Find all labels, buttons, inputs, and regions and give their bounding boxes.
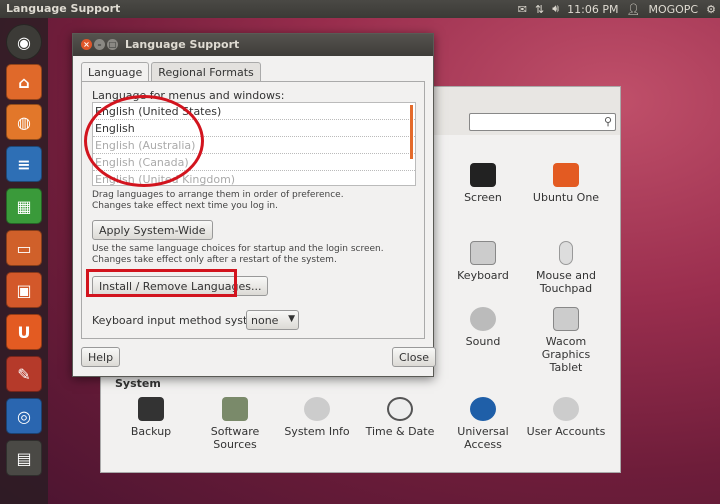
user-icon[interactable]: 👤︎ (627, 3, 641, 16)
settings-item-system-info[interactable]: System Info (277, 397, 357, 438)
universal-access-icon (470, 397, 496, 421)
clock-icon (387, 397, 413, 421)
workspace-switcher-icon[interactable]: ◎ (6, 398, 42, 434)
drag-hint-1: Drag languages to arrange them in order … (92, 190, 344, 200)
indicator-tray: ✉ ⇅ 🔊︎ 11:06 PM 👤︎ MOGOPC ⚙ (518, 1, 716, 17)
top-panel: Language Support ✉ ⇅ 🔊︎ 11:06 PM 👤︎ MOGO… (0, 0, 720, 18)
settings-item-screen[interactable]: Screen (443, 163, 523, 204)
settings-item-backup[interactable]: Backup (111, 397, 191, 438)
firefox-icon[interactable]: ◍ (6, 104, 42, 140)
maximize-icon[interactable]: □ (107, 39, 118, 50)
minimize-icon[interactable]: – (94, 39, 105, 50)
keyboard-icon (470, 241, 496, 265)
settings-item-user-accounts[interactable]: User Accounts (526, 397, 606, 438)
network-icon[interactable]: ⇅ (535, 3, 544, 16)
apply-hint-2: Changes take effect only after a restart… (92, 255, 337, 265)
volume-icon[interactable]: 🔊︎ (552, 2, 559, 16)
section-system: System (115, 377, 161, 390)
tab-language[interactable]: Language (81, 62, 150, 81)
tab-regional-formats[interactable]: Regional Formats (151, 62, 261, 81)
workspace-icon[interactable]: ▤ (6, 440, 42, 476)
settings-item-wacom[interactable]: Wacom Graphics Tablet (526, 307, 606, 374)
user-accounts-icon (553, 397, 579, 421)
highlight-box (86, 269, 237, 297)
help-button[interactable]: Help (81, 347, 121, 367)
settings-item-sound[interactable]: Sound (443, 307, 523, 348)
screen-icon (470, 163, 496, 187)
apply-hint-1: Use the same language choices for startu… (92, 244, 384, 254)
backup-icon (138, 397, 164, 421)
settings-item-time-date[interactable]: Time & Date (360, 397, 440, 438)
chevron-down-icon: ▼ (288, 314, 295, 324)
writer-icon[interactable]: ≡ (6, 146, 42, 182)
launcher: ◉ ⌂ ◍ ≡ ▦ ▭ ▣ U ✎ ◎ ▤ (0, 18, 48, 504)
gear-icon[interactable]: ⚙ (706, 3, 716, 16)
software-center-icon[interactable]: ▣ (6, 272, 42, 308)
impress-icon[interactable]: ▭ (6, 230, 42, 266)
keyboard-input-label: Keyboard input method system: (92, 314, 269, 327)
search-icon: ⚲ (603, 115, 612, 128)
settings-item-mouse[interactable]: Mouse and Touchpad (526, 241, 606, 295)
dialog-title: Language Support (125, 38, 240, 51)
apply-system-wide-button[interactable]: Apply System-Wide (92, 220, 213, 240)
calc-icon[interactable]: ▦ (6, 188, 42, 224)
language-support-dialog: × – □ Language Support Language Regional… (72, 33, 436, 377)
search-input[interactable]: ⚲ (469, 113, 616, 131)
close-icon[interactable]: × (81, 39, 92, 50)
clock[interactable]: 11:06 PM (567, 3, 618, 16)
settings-item-universal-access[interactable]: Universal Access (443, 397, 523, 451)
close-button[interactable]: Close (392, 347, 436, 367)
settings-item-keyboard[interactable]: Keyboard (443, 241, 523, 282)
tab-bar: Language Regional Formats (81, 62, 263, 81)
tablet-icon (553, 307, 579, 331)
system-settings-icon[interactable]: ✎ (6, 356, 42, 392)
drag-hint-2: Changes take effect next time you log in… (92, 201, 278, 211)
mail-icon[interactable]: ✉ (518, 3, 527, 16)
system-info-icon (304, 397, 330, 421)
active-window-title: Language Support (6, 2, 121, 15)
dialog-titlebar: × – □ Language Support (73, 34, 433, 56)
settings-item-ubuntu-one[interactable]: Ubuntu One (526, 163, 606, 204)
home-folder-icon[interactable]: ⌂ (6, 64, 42, 100)
list-scrollbar[interactable] (410, 105, 413, 159)
user-name[interactable]: MOGOPC (648, 3, 698, 16)
keyboard-input-select[interactable]: none ▼ (246, 310, 299, 330)
sound-icon (470, 307, 496, 331)
ubuntu-one-icon (553, 163, 579, 187)
ubuntu-one-icon[interactable]: U (6, 314, 42, 350)
software-sources-icon (222, 397, 248, 421)
dash-icon[interactable]: ◉ (6, 24, 42, 60)
keyboard-input-value: none (251, 314, 279, 327)
highlight-circle (84, 95, 204, 187)
settings-item-software-sources[interactable]: Software Sources (195, 397, 275, 451)
mouse-icon (559, 241, 573, 265)
